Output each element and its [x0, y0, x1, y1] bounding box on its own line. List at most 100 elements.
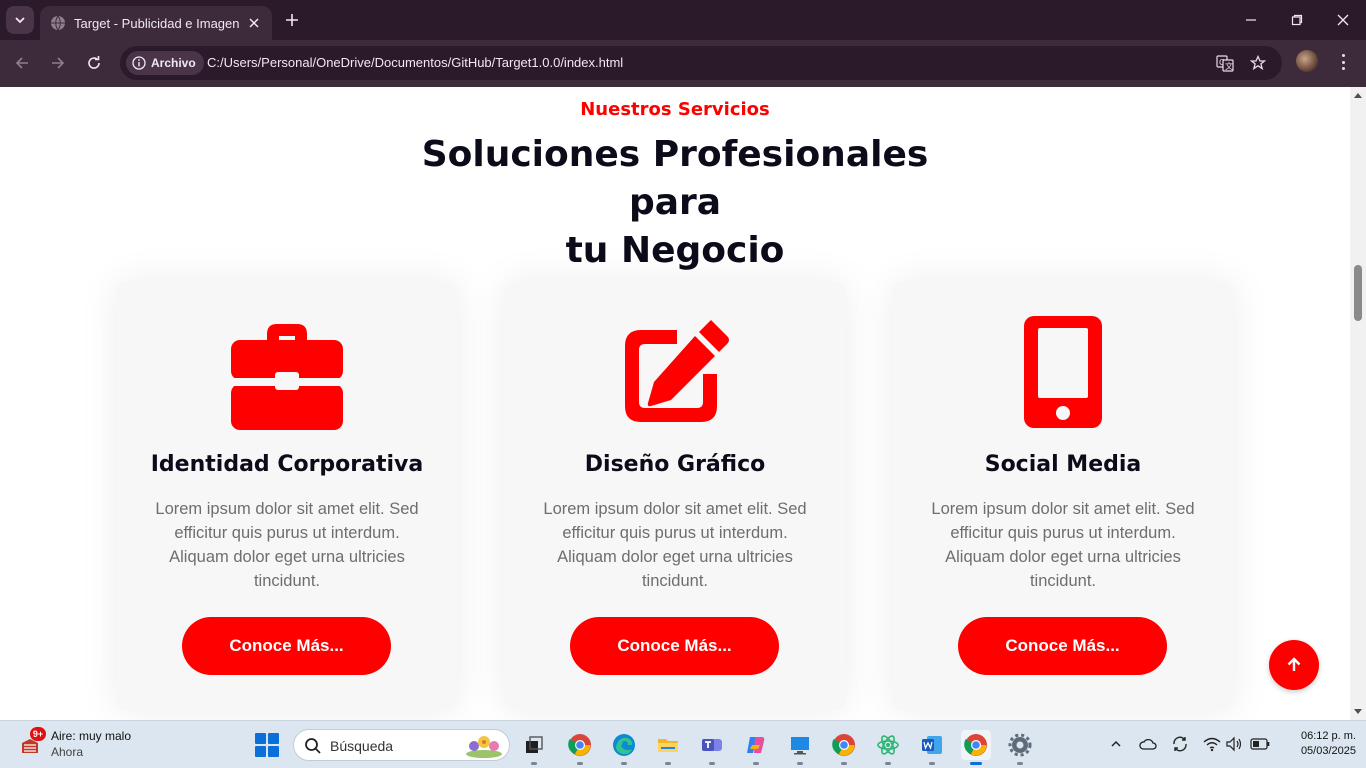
tab-search-button[interactable] — [6, 6, 34, 34]
taskbar-word[interactable] — [917, 730, 947, 765]
card-cta-button[interactable]: Conoce Más... — [182, 617, 391, 675]
wifi-tray[interactable] — [1201, 733, 1223, 755]
back-to-top-button[interactable] — [1269, 640, 1319, 690]
restore-button[interactable] — [1274, 0, 1320, 40]
address-bar[interactable]: Archivo C:/Users/Personal/OneDrive/Docum… — [120, 46, 1282, 80]
volume-tray[interactable] — [1223, 733, 1245, 755]
task-view-icon — [526, 736, 543, 753]
taskbar-atom[interactable] — [873, 730, 903, 765]
arrow-right-icon — [52, 57, 65, 69]
scrollbar-thumb[interactable] — [1354, 265, 1362, 321]
browser-tab-active[interactable]: Target - Publicidad e Imagen — [40, 6, 272, 40]
card-text: Lorem ipsum dolor sit amet elit. Sed eff… — [155, 500, 419, 590]
reload-button[interactable] — [83, 52, 105, 74]
translate-icon[interactable]: G文 — [1216, 54, 1234, 72]
monitor-icon — [791, 737, 809, 755]
back-button[interactable] — [11, 52, 33, 74]
taskbar-chrome-active[interactable] — [961, 730, 991, 765]
speaker-icon — [1226, 736, 1242, 752]
taskbar-remote-desktop[interactable] — [785, 730, 815, 765]
plus-icon — [286, 14, 298, 26]
browser-toolbar: Archivo C:/Users/Personal/OneDrive/Docum… — [0, 40, 1366, 87]
briefcase-icon — [231, 324, 343, 430]
taskbar-clock[interactable]: 06:12 p. m. 05/03/2025 — [1278, 729, 1356, 759]
weather-subtitle: Ahora — [51, 745, 84, 759]
close-icon — [1337, 14, 1349, 26]
minimize-button[interactable] — [1228, 0, 1274, 40]
section-heading: Soluciones Profesionales para tu Negocio — [375, 131, 975, 275]
onedrive-tray[interactable] — [1137, 733, 1159, 755]
taskbar-chrome-profile-1[interactable] — [565, 730, 595, 765]
bookmark-star-icon[interactable] — [1249, 54, 1267, 72]
pencil-square-icon — [625, 320, 729, 422]
arrow-left-icon — [15, 57, 28, 69]
service-card-identidad: Identidad Corporativa Lorem ipsum dolor … — [117, 282, 457, 710]
card-text: Lorem ipsum dolor sit amet elit. Sed eff… — [543, 500, 807, 590]
taskbar-file-explorer[interactable] — [653, 730, 683, 765]
windows-taskbar: 9+ Aire: muy malo Ahora Búsqueda 06:12 p… — [0, 720, 1366, 768]
scroll-up-arrow-icon[interactable] — [1354, 93, 1362, 98]
notification-badge: 9+ — [30, 727, 46, 741]
card-cta-button[interactable]: Conoce Más... — [958, 617, 1167, 675]
reload-icon — [88, 56, 100, 69]
card-title: Diseño Gráfico — [584, 452, 766, 477]
chevron-down-icon — [15, 17, 25, 24]
atom-icon — [877, 735, 899, 755]
service-card-social: Social Media Lorem ipsum dolor sit amet … — [893, 282, 1233, 710]
browser-menu-icon[interactable] — [1336, 52, 1350, 72]
service-card-diseno: Diseño Gráfico Lorem ipsum dolor sit ame… — [505, 282, 845, 710]
tab-title: Target - Publicidad e Imagen — [74, 15, 240, 31]
show-hidden-icons[interactable] — [1105, 733, 1127, 755]
sync-tray[interactable] — [1169, 733, 1191, 755]
chrome-icon — [832, 734, 855, 756]
mobile-phone-icon — [1024, 316, 1102, 428]
page-viewport: Nuestros Servicios Soluciones Profesiona… — [0, 87, 1350, 720]
card-title: Identidad Corporativa — [150, 452, 424, 477]
windows-start-icon[interactable] — [255, 733, 279, 757]
taskbar-task-view[interactable] — [519, 730, 549, 765]
taskbar-settings[interactable] — [1005, 730, 1035, 765]
battery-icon — [1250, 738, 1270, 750]
profile-avatar[interactable] — [1296, 50, 1318, 72]
weather-title: Aire: muy malo — [51, 729, 132, 743]
close-window-button[interactable] — [1320, 0, 1366, 40]
site-info-chip[interactable]: Archivo — [126, 51, 204, 75]
chrome-icon — [568, 734, 591, 756]
clock-date: 05/03/2025 — [1300, 745, 1356, 757]
clock-time: 06:12 p. m. — [1300, 730, 1356, 742]
edge-icon — [613, 734, 635, 756]
taskbar-chrome-profile-2[interactable] — [829, 730, 859, 765]
url-text[interactable]: C:/Users/Personal/OneDrive/Documentos/Gi… — [207, 55, 623, 70]
info-icon — [132, 56, 146, 70]
battery-tray[interactable] — [1249, 733, 1271, 755]
search-icon — [305, 738, 321, 754]
forward-button[interactable] — [47, 52, 69, 74]
heading-line-1: Soluciones Profesionales para — [421, 134, 929, 223]
card-cta-button[interactable]: Conoce Más... — [570, 617, 779, 675]
taskbar-teams[interactable] — [697, 730, 727, 765]
svg-text:文: 文 — [1225, 61, 1233, 71]
taskbar-edge[interactable] — [609, 730, 639, 765]
weather-widget[interactable]: 9+ Aire: muy malo Ahora — [18, 727, 218, 763]
tab-close-icon[interactable] — [246, 15, 262, 31]
heading-line-2: tu Negocio — [565, 230, 785, 271]
cloud-icon — [1139, 738, 1157, 750]
restore-icon — [1291, 14, 1303, 26]
browser-tab-strip: Target - Publicidad e Imagen — [0, 0, 1366, 40]
search-placeholder: Búsqueda — [330, 738, 394, 754]
vertical-scrollbar[interactable] — [1350, 87, 1366, 720]
chip-label: Archivo — [151, 56, 196, 70]
flowers-illustration-icon — [466, 736, 502, 758]
teams-icon — [702, 739, 722, 751]
scroll-down-arrow-icon[interactable] — [1354, 709, 1362, 714]
card-title: Social Media — [984, 452, 1142, 477]
taskbar-search[interactable]: Búsqueda — [293, 729, 510, 761]
chrome-icon — [964, 734, 987, 756]
taskbar-copilot[interactable] — [741, 730, 771, 765]
minimize-icon — [1246, 19, 1256, 21]
globe-icon — [51, 15, 65, 31]
card-text: Lorem ipsum dolor sit amet elit. Sed eff… — [931, 500, 1195, 590]
new-tab-button[interactable] — [282, 10, 302, 30]
word-icon — [922, 736, 942, 754]
copilot-icon — [747, 737, 765, 753]
